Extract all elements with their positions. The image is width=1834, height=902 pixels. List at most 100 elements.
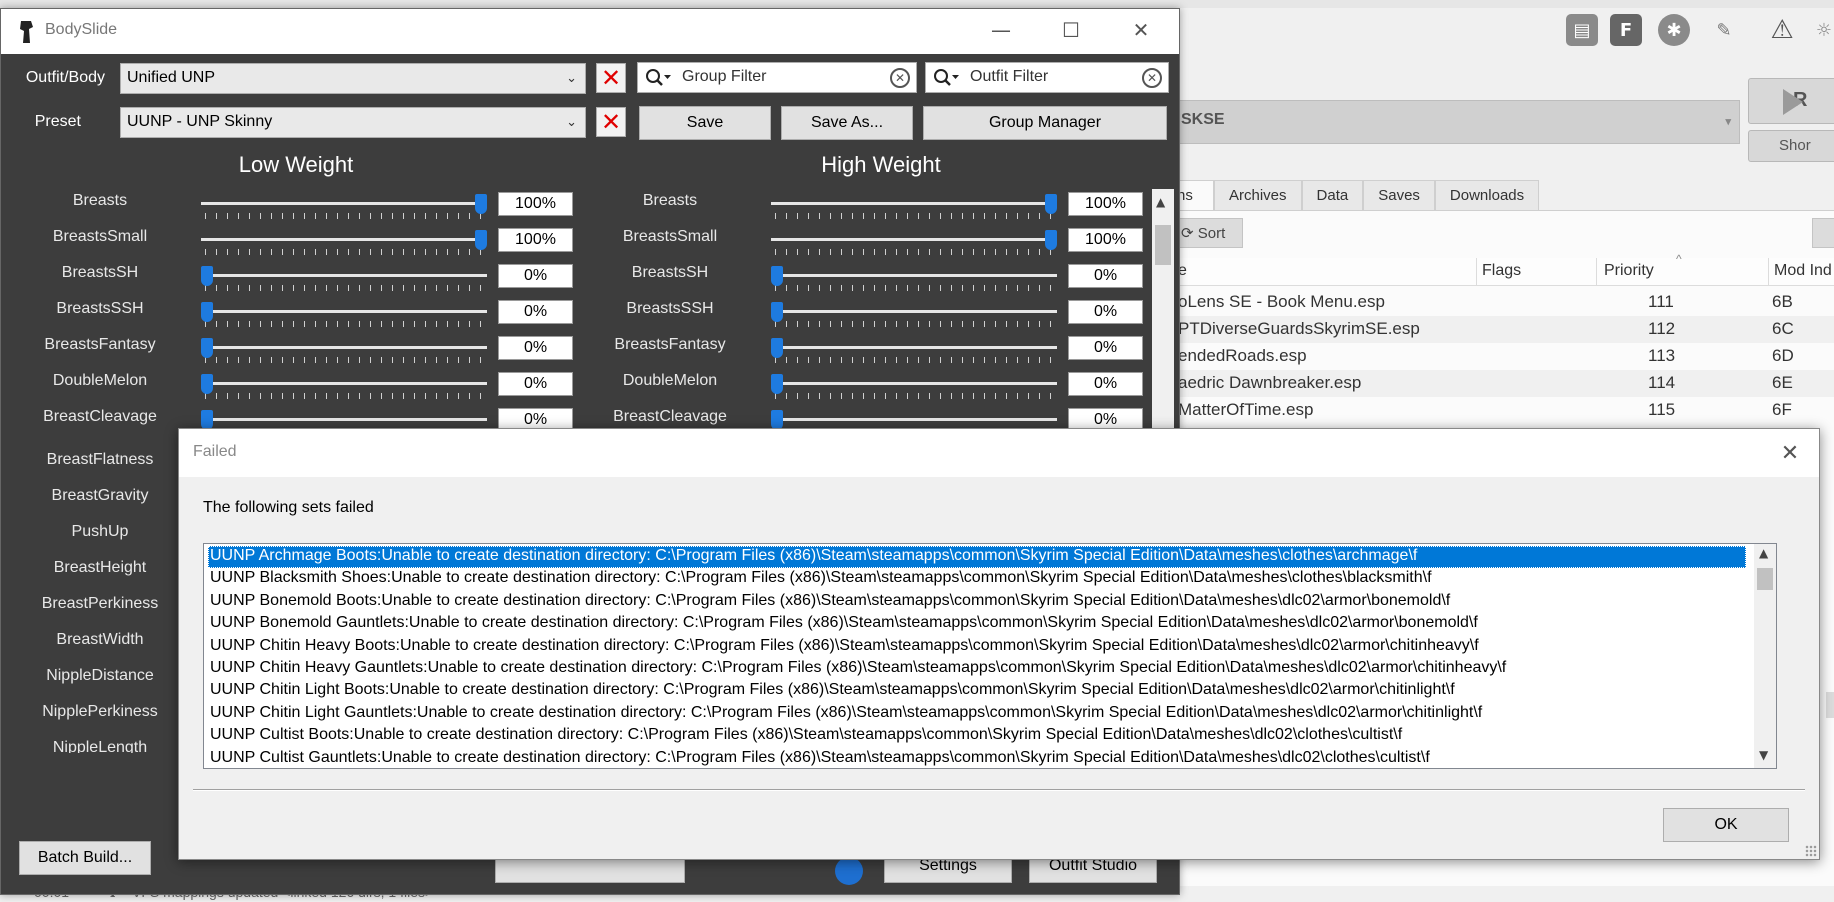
low-value-field[interactable]: 100% xyxy=(498,228,573,252)
failed-set-item[interactable]: UUNP Archmage Boots:Unable to create des… xyxy=(208,546,1746,568)
low-slider-thumb[interactable] xyxy=(475,230,487,250)
scroll-up-icon[interactable]: ▲ xyxy=(1759,546,1768,560)
clear-icon[interactable]: ✕ xyxy=(1142,68,1162,88)
plugin-row[interactable]: PTDiverseGuardsSkyrimSE.esp 112 6C xyxy=(1176,316,1834,343)
warning-icon[interactable]: ⚠ xyxy=(1766,14,1798,46)
high-value-field[interactable]: 0% xyxy=(1068,336,1143,360)
high-slider-track[interactable] xyxy=(771,202,1057,205)
column-mod-index[interactable]: Mod Ind xyxy=(1774,262,1832,280)
low-slider-track[interactable] xyxy=(201,202,487,205)
low-slider-track[interactable] xyxy=(201,274,487,277)
high-slider-thumb[interactable] xyxy=(1045,230,1057,250)
low-value-field[interactable]: 100% xyxy=(498,192,573,216)
executable-select[interactable]: SKSE ▾ xyxy=(1176,100,1740,144)
high-slider-track[interactable] xyxy=(771,346,1057,349)
plugin-row[interactable]: MatterOfTime.esp 115 6F xyxy=(1176,397,1834,424)
failed-set-item[interactable]: UUNP Bonemold Gauntlets:Unable to create… xyxy=(208,613,1746,635)
scroll-thumb[interactable] xyxy=(1155,225,1171,265)
group-filter-input[interactable]: Group Filter ✕ xyxy=(637,62,917,93)
tab-saves[interactable]: Saves xyxy=(1363,180,1435,210)
low-slider-track[interactable] xyxy=(201,382,487,385)
high-slider-track[interactable] xyxy=(771,310,1057,313)
save-button[interactable]: Save xyxy=(639,106,771,140)
bulb-icon[interactable]: ☼ xyxy=(1808,14,1834,46)
ok-button[interactable]: OK xyxy=(1663,808,1789,842)
low-slider-track[interactable] xyxy=(201,238,487,241)
f-icon[interactable]: F xyxy=(1610,14,1642,46)
failed-set-item[interactable]: UUNP Chitin Light Gauntlets:Unable to cr… xyxy=(208,703,1746,725)
preset-select[interactable]: UUNP - UNP Skinny ⌄ xyxy=(120,107,586,138)
plugin-row[interactable]: endedRoads.esp 113 6D xyxy=(1176,343,1834,370)
failed-set-item[interactable]: UUNP Cultist Boots:Unable to create dest… xyxy=(208,725,1746,747)
high-slider-track[interactable] xyxy=(771,238,1057,241)
high-slider-thumb[interactable] xyxy=(771,302,783,322)
low-slider-thumb[interactable] xyxy=(201,410,213,430)
column-priority[interactable]: Priority xyxy=(1604,262,1654,280)
remove-outfit-icon[interactable]: ✕ xyxy=(596,63,626,93)
plugin-row[interactable]: aedric Dawnbreaker.esp 114 6E xyxy=(1176,370,1834,397)
batch-build-button[interactable]: Batch Build... xyxy=(19,841,151,875)
failed-set-item[interactable]: UUNP Chitin Heavy Gauntlets:Unable to cr… xyxy=(208,658,1746,680)
low-slider-track[interactable] xyxy=(201,310,487,313)
low-value-field[interactable]: 0% xyxy=(498,336,573,360)
failed-set-item[interactable]: UUNP Chitin Light Boots:Unable to create… xyxy=(208,680,1746,702)
resize-grip-icon[interactable] xyxy=(1805,845,1817,857)
profile-icon[interactable]: ▤ xyxy=(1566,14,1598,46)
high-slider-thumb[interactable] xyxy=(771,266,783,286)
high-value-field[interactable]: 0% xyxy=(1068,264,1143,288)
save-as-button[interactable]: Save As... xyxy=(781,106,913,140)
low-slider-track[interactable] xyxy=(201,346,487,349)
failed-set-item[interactable]: UUNP Blacksmith Shoes:Unable to create d… xyxy=(208,568,1746,590)
bodyslide-titlebar[interactable]: BodySlide — ☐ ✕ xyxy=(1,9,1179,54)
tab-plugins[interactable]: ns xyxy=(1176,180,1214,210)
tab-data[interactable]: Data xyxy=(1301,180,1364,210)
shortcut-button[interactable]: Shor xyxy=(1748,130,1834,162)
sort-button[interactable]: ⟳ Sort xyxy=(1176,218,1243,248)
low-slider-thumb[interactable] xyxy=(201,302,213,322)
low-slider-thumb[interactable] xyxy=(475,194,487,214)
low-value-field[interactable]: 0% xyxy=(498,300,573,324)
scroll-thumb[interactable] xyxy=(1757,568,1773,590)
failed-set-item[interactable]: UUNP Cultist Gauntlets:Unable to create … xyxy=(208,748,1746,768)
failed-set-item[interactable]: UUNP Chitin Heavy Boots:Unable to create… xyxy=(208,636,1746,658)
failed-set-item[interactable]: UUNP Bonemold Boots:Unable to create des… xyxy=(208,591,1746,613)
info-icon[interactable] xyxy=(835,857,863,885)
high-slider-thumb[interactable] xyxy=(771,338,783,358)
high-slider-thumb[interactable] xyxy=(771,374,783,394)
scroll-up-icon[interactable]: ▲ xyxy=(1156,195,1165,209)
remove-preset-icon[interactable]: ✕ xyxy=(596,107,626,137)
failed-titlebar[interactable]: Failed ✕ xyxy=(179,429,1819,477)
list-scrollbar[interactable]: ▲ ▼ xyxy=(1754,544,1776,768)
close-button[interactable]: ✕ xyxy=(1121,15,1161,45)
low-value-field[interactable]: 0% xyxy=(498,372,573,396)
gear-icon[interactable]: ✱ xyxy=(1658,14,1690,46)
tool-icon[interactable]: ✎ xyxy=(1708,14,1740,46)
high-slider-track[interactable] xyxy=(771,274,1057,277)
outfit-filter-input[interactable]: Outfit Filter ✕ xyxy=(925,62,1169,93)
column-flags[interactable]: Flags xyxy=(1482,262,1521,280)
scroll-down-icon[interactable]: ▼ xyxy=(1759,748,1768,762)
high-value-field[interactable]: 100% xyxy=(1068,228,1143,252)
minimize-button[interactable]: — xyxy=(981,15,1021,45)
low-value-field[interactable]: 0% xyxy=(498,264,573,288)
group-manager-button[interactable]: Group Manager xyxy=(923,106,1167,140)
high-value-field[interactable]: 0% xyxy=(1068,372,1143,396)
low-slider-thumb[interactable] xyxy=(201,338,213,358)
close-icon[interactable]: ✕ xyxy=(1775,439,1805,467)
high-value-field[interactable]: 100% xyxy=(1068,192,1143,216)
low-slider-thumb[interactable] xyxy=(201,266,213,286)
high-slider-track[interactable] xyxy=(771,382,1057,385)
splitter-handle[interactable] xyxy=(1826,692,1834,718)
high-slider-thumb[interactable] xyxy=(771,410,783,430)
plugin-row[interactable]: oLens SE - Book Menu.esp 111 6B xyxy=(1176,289,1834,316)
failed-sets-list[interactable]: UUNP Archmage Boots:Unable to create des… xyxy=(203,543,1777,769)
high-value-field[interactable]: 0% xyxy=(1068,300,1143,324)
tab-downloads[interactable]: Downloads xyxy=(1434,180,1540,210)
high-slider-track[interactable] xyxy=(771,418,1057,421)
low-slider-thumb[interactable] xyxy=(201,374,213,394)
outfit-select[interactable]: Unified UNP ⌄ xyxy=(120,63,586,94)
maximize-button[interactable]: ☐ xyxy=(1051,15,1091,45)
low-slider-track[interactable] xyxy=(201,418,487,421)
run-button[interactable]: R xyxy=(1748,78,1834,124)
filter-button[interactable] xyxy=(1812,218,1834,248)
